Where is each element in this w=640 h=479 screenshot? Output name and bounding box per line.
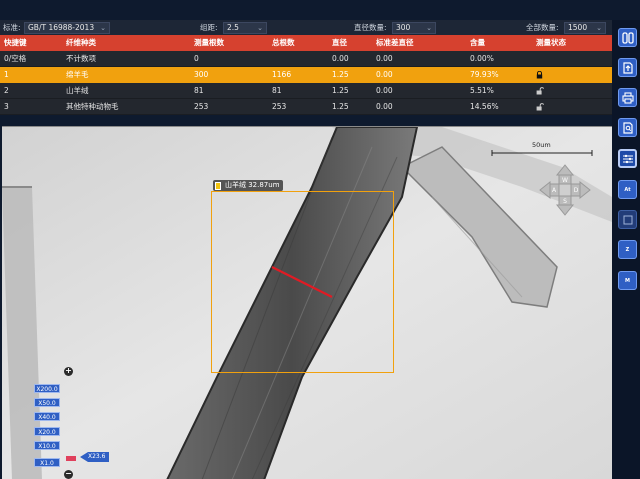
cell-fiber: 绵羊毛 <box>66 70 89 79</box>
cell-fiber: 不计数项 <box>66 54 96 63</box>
zoom-slider-thumb[interactable] <box>66 456 76 461</box>
zoom-out-button[interactable]: − <box>64 470 73 479</box>
cell-fiber: 山羊绒 <box>66 86 89 95</box>
zoom-level-item[interactable]: X40.0 <box>34 412 60 421</box>
chevron-down-icon: ⌄ <box>596 23 602 32</box>
zoom-level-item[interactable]: X200.0 <box>34 384 60 393</box>
standard-label: 标准: <box>3 23 21 32</box>
cell-total: 81 <box>272 86 282 95</box>
pad-right: D <box>574 187 579 194</box>
cell-diameter: 0.00 <box>332 54 349 63</box>
cell-measured: 253 <box>194 102 209 111</box>
diameter-count-value: 300 <box>396 22 411 32</box>
pad-up: W <box>562 177 568 184</box>
print-icon <box>621 91 634 104</box>
cell-std: 0.00 <box>376 102 393 111</box>
direction-pad[interactable]: W S A D <box>538 163 592 217</box>
microscope-view[interactable]: 山羊绒 32.87um 50um W S A D + X200.0 X50.0 … <box>2 126 612 479</box>
standard-select[interactable]: GB/T 16988-2013 ⌄ <box>24 21 110 34</box>
col-header: 直径 <box>332 38 347 47</box>
print-button[interactable] <box>618 88 637 107</box>
cell-total: 253 <box>272 102 287 111</box>
cell-measured: 0 <box>194 54 199 63</box>
cell-key: 1 <box>4 70 9 79</box>
auto-measure-icon: At <box>624 186 631 193</box>
total-count-label: 全部数量: <box>526 23 559 32</box>
right-toolbar: At Z M <box>612 20 640 479</box>
col-header: 总根数 <box>272 38 295 47</box>
cell-std: 0.00 <box>376 70 393 79</box>
columns-icon <box>621 31 634 44</box>
col-header: 纤维种类 <box>66 38 96 47</box>
table-row[interactable]: 1 绵羊毛 300 1166 1.25 0.00 79.93% <box>0 67 612 83</box>
measure-z-icon: Z <box>625 246 630 253</box>
measure-m-icon: M <box>625 277 630 284</box>
col-header: 标准差直径 <box>376 38 414 47</box>
chevron-down-icon: ⌄ <box>426 23 432 32</box>
cell-key: 0/空格 <box>4 54 27 63</box>
measurement-label: 山羊绒 32.87um <box>225 181 280 189</box>
measure-m-button[interactable]: M <box>618 271 637 290</box>
diameter-count-label: 直径数量: <box>354 23 387 32</box>
group-select[interactable]: 2.5 ⌄ <box>223 21 267 34</box>
measurement-tag[interactable]: 山羊绒 32.87um <box>213 180 283 191</box>
filter-bar: 标准: GB/T 16988-2013 ⌄ 组距: 2.5 ⌄ 直径数量: 30… <box>0 20 612 35</box>
zoom-level-item[interactable]: X20.0 <box>34 427 60 436</box>
cell-key: 2 <box>4 86 9 95</box>
cell-diameter: 1.25 <box>332 102 349 111</box>
cell-content: 14.56% <box>470 102 499 111</box>
cell-content: 0.00% <box>470 54 494 63</box>
cell-std: 0.00 <box>376 86 393 95</box>
table-row[interactable]: 2 山羊绒 81 81 1.25 0.00 5.51% <box>0 83 612 99</box>
zoom-level-item[interactable]: X10.0 <box>34 441 60 450</box>
zoom-in-button[interactable]: + <box>64 367 73 376</box>
standard-value: GB/T 16988-2013 <box>28 22 95 32</box>
col-header: 测量根数 <box>194 38 224 47</box>
col-header: 测量状态 <box>536 38 566 47</box>
cell-fiber: 其他特种动物毛 <box>66 102 119 111</box>
cell-diameter: 1.25 <box>332 86 349 95</box>
col-header: 快捷键 <box>4 38 27 47</box>
frame-button[interactable] <box>618 210 637 229</box>
chevron-down-icon: ⌄ <box>257 23 263 32</box>
search-doc-button[interactable] <box>618 118 637 137</box>
table-header: 快捷键 纤维种类 测量根数 总根数 直径 标准差直径 含量 测量状态 <box>0 35 612 51</box>
settings-button[interactable] <box>618 149 637 168</box>
chevron-down-icon: ⌄ <box>100 23 106 32</box>
sliders-icon <box>622 154 633 163</box>
cell-content: 5.51% <box>470 86 494 95</box>
group-label: 组距: <box>200 23 218 32</box>
diameter-count-select[interactable]: 300 ⌄ <box>392 21 436 34</box>
fiber-table: 快捷键 纤维种类 测量根数 总根数 直径 标准差直径 含量 测量状态 0/空格 … <box>0 35 612 115</box>
cell-key: 3 <box>4 102 9 111</box>
color-marker-icon <box>215 181 221 190</box>
scale-label: 50um <box>532 141 551 149</box>
col-header: 含量 <box>470 38 485 47</box>
measure-z-button[interactable]: Z <box>618 240 637 259</box>
cell-measured: 81 <box>194 86 204 95</box>
unlock-icon[interactable] <box>536 99 545 117</box>
export-button[interactable] <box>618 58 637 77</box>
cell-std: 0.00 <box>376 54 393 63</box>
measurement-box[interactable] <box>211 191 394 373</box>
columns-button[interactable] <box>618 28 637 47</box>
cell-diameter: 1.25 <box>332 70 349 79</box>
table-row[interactable]: 3 其他特种动物毛 253 253 1.25 0.00 14.56% <box>0 99 612 115</box>
search-doc-icon <box>622 121 633 134</box>
title-strip <box>0 0 640 20</box>
table-row[interactable]: 0/空格 不计数项 0 0.00 0.00 0.00% <box>0 51 612 67</box>
zoom-level-item[interactable]: X1.0 <box>34 458 60 467</box>
zoom-level-item[interactable]: X50.0 <box>34 398 60 407</box>
frame-icon <box>623 215 632 224</box>
total-count-value: 1500 <box>568 22 588 32</box>
cell-measured: 300 <box>194 70 209 79</box>
total-count-select[interactable]: 1500 ⌄ <box>564 21 606 34</box>
cell-total: 1166 <box>272 70 292 79</box>
pad-down: S <box>563 198 567 205</box>
cell-content: 79.93% <box>470 70 499 79</box>
group-value: 2.5 <box>227 22 239 32</box>
export-icon <box>622 61 633 74</box>
auto-measure-button[interactable]: At <box>618 180 637 199</box>
